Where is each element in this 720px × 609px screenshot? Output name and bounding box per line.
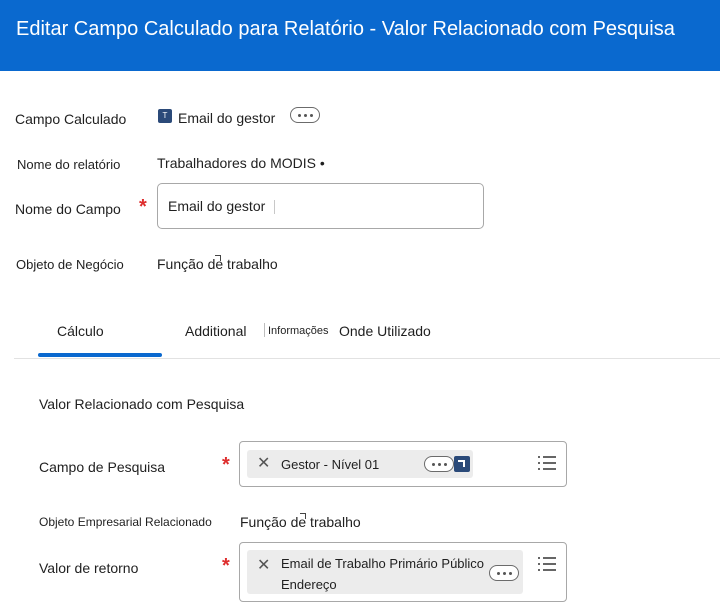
lookup-field-value: Gestor - Nível 01 <box>281 457 380 472</box>
report-name-label: Nome do relatório <box>17 157 121 172</box>
remove-close-icon[interactable]: ✕ <box>257 558 270 574</box>
required-indicator: * <box>222 555 230 577</box>
return-value-line2: Endereço <box>281 577 337 592</box>
external-link-icon[interactable] <box>300 513 306 519</box>
page-title: Editar Campo Calculado para Relatório - … <box>16 18 675 40</box>
field-name-label: Nome do Campo <box>15 201 121 217</box>
report-name-value[interactable]: Trabalhadores do MODIS • <box>157 155 325 171</box>
text-cursor <box>274 200 275 214</box>
external-link-icon[interactable] <box>215 255 221 261</box>
page-header: Editar Campo Calculado para Relatório - … <box>0 0 720 71</box>
calculated-field-value[interactable]: Email do gestor <box>178 110 275 126</box>
required-indicator: * <box>222 454 230 476</box>
required-indicator: * <box>139 196 147 218</box>
navigate-external-link-icon[interactable] <box>454 456 470 472</box>
return-value-line1: Email de Trabalho Primário Público <box>281 556 485 571</box>
tab-onde-utilizado[interactable]: Onde Utilizado <box>339 323 431 339</box>
tab-informacoes[interactable]: Informações <box>268 325 329 337</box>
active-tab-indicator <box>38 353 162 357</box>
related-actions-ellipsis-icon[interactable] <box>489 565 519 581</box>
tab-separator <box>264 323 265 337</box>
field-name-input[interactable] <box>168 198 280 214</box>
calculated-field-label: Campo Calculado <box>15 111 127 127</box>
tab-additional[interactable]: Additional <box>185 323 247 339</box>
prompt-list-icon[interactable] <box>538 557 556 571</box>
business-object-label: Objeto de Negócio <box>16 257 124 272</box>
return-value-label: Valor de retorno <box>39 560 139 576</box>
tab-divider <box>14 358 720 359</box>
tab-calculo[interactable]: Cálculo <box>57 323 104 339</box>
related-actions-ellipsis-icon[interactable] <box>290 107 320 123</box>
section-title: Valor Relacionado com Pesquisa <box>39 396 245 412</box>
related-object-label: Objeto Empresarial Relacionado <box>39 515 212 529</box>
prompt-list-icon[interactable] <box>538 456 556 470</box>
field-name-input-box[interactable] <box>157 183 484 229</box>
text-type-icon: T <box>158 109 172 123</box>
remove-close-icon[interactable]: ✕ <box>257 456 270 472</box>
related-actions-ellipsis-icon[interactable] <box>424 456 454 472</box>
lookup-field-label: Campo de Pesquisa <box>39 459 166 475</box>
